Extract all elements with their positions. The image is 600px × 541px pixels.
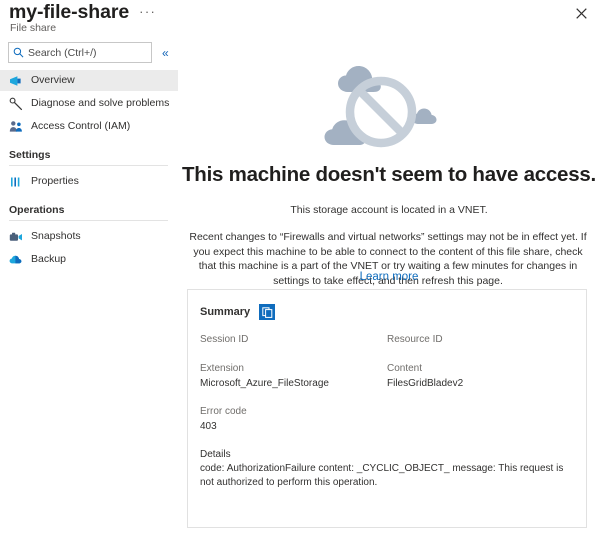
page-subtitle: File share — [10, 22, 57, 34]
snapshots-icon — [9, 230, 23, 244]
field-label: Extension — [200, 363, 244, 374]
summary-field-resource-id: Resource ID — [387, 333, 574, 348]
main-content: This machine doesn't seem to have access… — [178, 36, 600, 541]
more-options-button[interactable]: ··· — [139, 5, 156, 19]
summary-card: Summary Session ID Resource ID Extension… — [187, 289, 587, 528]
close-button[interactable] — [571, 3, 591, 23]
search-icon — [13, 47, 24, 58]
field-value: FilesGridBladev2 — [387, 378, 464, 389]
field-value: 403 — [200, 421, 217, 432]
summary-field-error-code: Error code 403 — [200, 405, 387, 434]
field-value: Microsoft_Azure_FileStorage — [200, 378, 329, 389]
field-label: Resource ID — [387, 334, 443, 345]
search-box[interactable] — [8, 42, 152, 63]
sidebar-item-label: Snapshots — [31, 230, 81, 242]
overview-icon — [9, 74, 23, 88]
sidebar-item-label: Properties — [31, 175, 79, 187]
summary-field-content: Content FilesGridBladev2 — [387, 362, 574, 391]
sidebar-item-access-control-iam[interactable]: Access Control (IAM) — [0, 116, 178, 137]
details-text: code: AuthorizationFailure content: _CYC… — [200, 463, 564, 488]
sidebar-divider — [9, 165, 168, 166]
summary-row: Error code 403 — [200, 405, 574, 434]
summary-header: Summary — [188, 290, 586, 320]
sidebar-item-diagnose-and-solve-problems[interactable]: Diagnose and solve problems — [0, 93, 178, 114]
copy-button[interactable] — [259, 304, 276, 320]
sidebar-group-title-operations: Operations — [9, 204, 65, 216]
close-icon — [575, 7, 587, 19]
blade-root: my-file-share ··· File share « — [0, 0, 600, 541]
sidebar-nav: Overview Diagnose and solve problems Acc… — [0, 70, 178, 272]
sidebar: « Overview — [0, 40, 178, 541]
sidebar-item-overview[interactable]: Overview — [0, 70, 178, 91]
summary-row: Extension Microsoft_Azure_FileStorage Co… — [200, 362, 574, 391]
summary-field-session-id: Session ID — [200, 333, 387, 348]
learn-more-row: Learn more — [178, 267, 600, 285]
summary-field-extension: Extension Microsoft_Azure_FileStorage — [200, 362, 387, 391]
sidebar-item-label: Backup — [31, 253, 67, 265]
sidebar-item-properties[interactable]: Properties — [0, 171, 178, 192]
title-row: my-file-share ··· — [9, 1, 156, 23]
sidebar-divider — [9, 220, 168, 221]
sidebar-item-backup[interactable]: Backup — [0, 249, 178, 270]
field-label: Session ID — [200, 334, 249, 345]
sidebar-group-title-settings: Settings — [9, 149, 51, 161]
search-input[interactable] — [28, 46, 148, 59]
summary-row: Session ID Resource ID — [200, 333, 574, 348]
people-icon — [9, 120, 23, 134]
page-title: my-file-share — [9, 1, 130, 23]
sidebar-item-label: Access Control (IAM) — [31, 120, 131, 132]
copy-icon — [261, 306, 272, 318]
collapse-sidebar-button[interactable]: « — [162, 47, 169, 59]
learn-more-link[interactable]: Learn more — [360, 271, 419, 283]
sidebar-item-label: Overview — [31, 74, 75, 86]
sidebar-item-snapshots[interactable]: Snapshots — [0, 226, 178, 247]
summary-details: Details code: AuthorizationFailure conte… — [188, 448, 586, 490]
summary-title: Summary — [200, 306, 251, 318]
wrench-icon — [9, 97, 23, 111]
field-label: Content — [387, 363, 423, 374]
no-access-cloud-illustration — [178, 54, 600, 159]
summary-fields: Session ID Resource ID Extension Microso… — [188, 333, 586, 434]
error-subline: This storage account is located in a VNE… — [290, 204, 488, 216]
details-label: Details — [200, 449, 231, 460]
sidebar-item-label: Diagnose and solve problems — [31, 97, 170, 109]
properties-icon — [9, 175, 23, 189]
summary-field-spacer — [387, 405, 574, 434]
error-headline: This machine doesn't seem to have access… — [182, 163, 596, 186]
backup-icon — [9, 253, 23, 267]
search-row: « — [8, 42, 178, 63]
field-label: Error code — [200, 406, 247, 417]
blade-header: my-file-share ··· File share — [0, 0, 600, 36]
